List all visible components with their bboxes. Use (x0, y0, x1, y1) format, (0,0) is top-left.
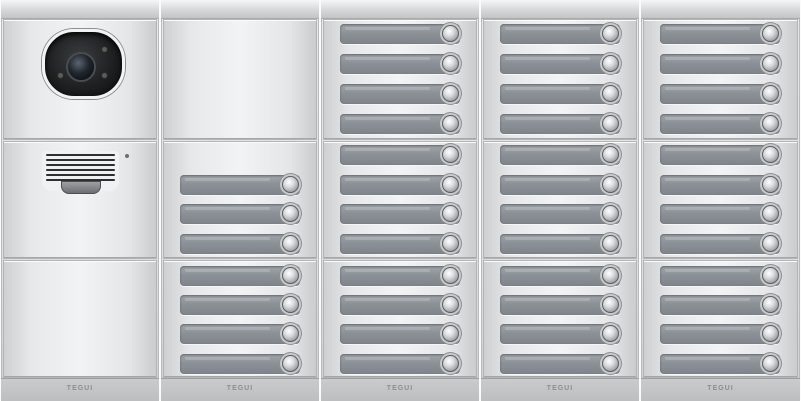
brand-label: TEGUI (546, 385, 574, 392)
push-button-icon[interactable] (282, 267, 299, 284)
blank-module (3, 260, 157, 378)
brand-label: TEGUI (66, 385, 94, 392)
push-button-icon[interactable] (762, 55, 779, 72)
grille-slot (46, 169, 115, 171)
push-button-icon[interactable] (762, 355, 779, 372)
push-button-icon[interactable] (762, 235, 779, 252)
microphone-pod (61, 181, 101, 194)
top-lip (641, 0, 800, 19)
push-button-icon[interactable] (442, 296, 459, 313)
blank-module (163, 19, 317, 140)
push-button-icon[interactable] (602, 355, 619, 372)
push-button-icon[interactable] (442, 85, 459, 102)
brand-label: TEGUI (707, 385, 734, 392)
top-lip (1, 0, 159, 19)
top-lip (321, 0, 479, 19)
push-button-icon[interactable] (762, 296, 779, 313)
push-button-icon[interactable] (602, 296, 619, 313)
panel-foot: TEGUI (161, 378, 319, 401)
camera-icon (42, 29, 125, 99)
push-button-icon[interactable] (602, 267, 619, 284)
push-button-icon[interactable] (762, 325, 779, 342)
grille-slot (46, 164, 115, 166)
microphone-hole (125, 154, 129, 158)
panel-foot: TEGUI (641, 378, 800, 401)
push-button-icon[interactable] (442, 25, 459, 42)
panel-foot: TEGUI (321, 378, 479, 401)
push-button-icon[interactable] (602, 115, 619, 132)
push-button-icon[interactable] (442, 267, 459, 284)
push-button-icon[interactable] (762, 25, 779, 42)
push-button-icon[interactable] (602, 205, 619, 222)
entrance-panel-photo: TEGUI TEGUI TEGUI TEGUI TEGUI (0, 0, 801, 401)
ir-led (101, 72, 108, 79)
top-lip (481, 0, 639, 19)
push-button-icon[interactable] (762, 176, 779, 193)
push-button-icon[interactable] (442, 325, 459, 342)
push-button-icon[interactable] (602, 55, 619, 72)
grille-slot (46, 154, 115, 156)
push-button-icon[interactable] (602, 176, 619, 193)
push-button-icon[interactable] (602, 146, 619, 163)
push-button-icon[interactable] (282, 325, 299, 342)
top-lip (161, 0, 319, 19)
push-button-icon[interactable] (602, 325, 619, 342)
push-button-icon[interactable] (762, 85, 779, 102)
push-button-icon[interactable] (282, 235, 299, 252)
panel-foot: TEGUI (481, 378, 639, 401)
push-button-icon[interactable] (762, 205, 779, 222)
push-button-icon[interactable] (442, 355, 459, 372)
panel-foot: TEGUI (1, 378, 159, 401)
push-button-icon[interactable] (442, 146, 459, 163)
push-button-icon[interactable] (442, 205, 459, 222)
push-button-icon[interactable] (762, 146, 779, 163)
push-button-icon[interactable] (282, 176, 299, 193)
push-button-icon[interactable] (442, 235, 459, 252)
grille-slot (46, 174, 115, 176)
grille-slot (46, 159, 115, 161)
camera-lens (66, 52, 96, 82)
brand-label: TEGUI (226, 385, 254, 392)
push-button-icon[interactable] (442, 176, 459, 193)
push-button-icon[interactable] (602, 235, 619, 252)
ir-led (57, 72, 64, 79)
push-button-icon[interactable] (762, 115, 779, 132)
ir-led (101, 46, 108, 53)
push-button-icon[interactable] (282, 296, 299, 313)
push-button-icon[interactable] (282, 205, 299, 222)
brand-label: TEGUI (386, 385, 414, 392)
push-button-icon[interactable] (762, 267, 779, 284)
push-button-icon[interactable] (602, 25, 619, 42)
push-button-icon[interactable] (442, 55, 459, 72)
push-button-icon[interactable] (602, 85, 619, 102)
push-button-icon[interactable] (442, 115, 459, 132)
push-button-icon[interactable] (282, 355, 299, 372)
